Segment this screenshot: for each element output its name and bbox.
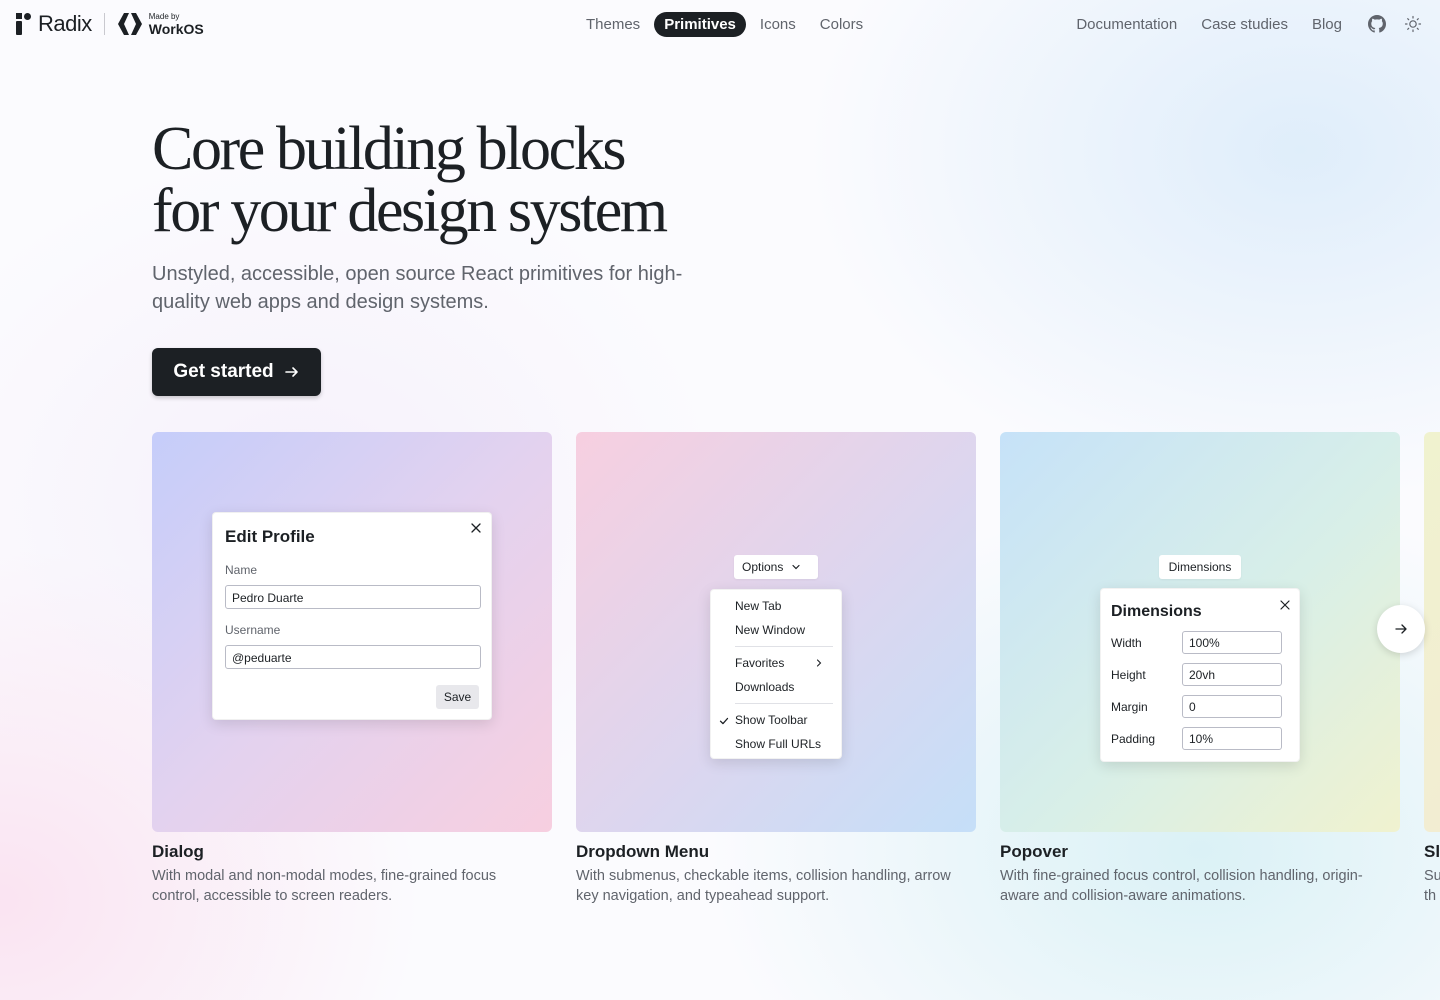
menu-item-new-tab[interactable]: New Tab xyxy=(735,599,781,613)
save-button[interactable]: Save xyxy=(436,685,479,709)
card-partial[interactable]: Sl Su th xyxy=(1424,432,1440,906)
check-icon xyxy=(719,717,729,725)
padding-field[interactable]: 10% xyxy=(1182,727,1282,750)
card-description: Su th xyxy=(1424,866,1440,906)
height-field[interactable]: 20vh xyxy=(1182,663,1282,686)
card-description-line: Su xyxy=(1424,868,1440,884)
width-field[interactable]: 100% xyxy=(1182,631,1282,654)
card-description: With fine-grained focus control, collisi… xyxy=(1000,868,1363,904)
workos-badge[interactable]: Made by WorkOS xyxy=(148,11,204,37)
popover-demo: Dimensions Dimensions Width 100% Height … xyxy=(1000,432,1400,832)
card-title: Dialog xyxy=(152,842,204,861)
close-icon[interactable] xyxy=(469,521,483,535)
card-title: Popover xyxy=(1000,842,1069,861)
username-field[interactable]: @peduarte xyxy=(225,645,481,669)
dialog-title: Edit Profile xyxy=(225,527,315,546)
product-nav: Themes Primitives Icons Colors xyxy=(574,11,875,37)
popover-title: Dimensions xyxy=(1111,603,1202,620)
dropdown-menu: New Tab New Window Favorites Downloads S… xyxy=(710,589,842,759)
workos-icon xyxy=(117,13,142,35)
dimensions-trigger[interactable]: Dimensions xyxy=(1159,555,1241,579)
radix-logo-icon xyxy=(16,13,32,35)
nav-documentation[interactable]: Documentation xyxy=(1066,12,1187,37)
github-link[interactable] xyxy=(1364,11,1390,37)
arrow-right-icon xyxy=(1395,624,1407,634)
workos-label: WorkOS xyxy=(148,20,204,37)
padding-label: Padding xyxy=(1111,732,1156,746)
card-title: Sl xyxy=(1424,842,1440,861)
menu-item-show-toolbar[interactable]: Show Toolbar xyxy=(735,713,808,727)
card-description-line: th xyxy=(1424,888,1437,904)
hero-subtitle: Unstyled, accessible, open source React … xyxy=(152,263,683,313)
username-label: Username xyxy=(225,623,281,637)
nav-icons[interactable]: Icons xyxy=(750,12,806,37)
options-dropdown-trigger[interactable]: Options xyxy=(734,555,818,579)
site-header: Radix Made by WorkOS Themes Primitives I… xyxy=(0,0,1440,48)
options-label: Options xyxy=(742,560,784,574)
get-started-button[interactable]: Get started xyxy=(152,348,321,396)
get-started-label: Get started xyxy=(173,361,274,382)
radix-logo[interactable]: Radix Made by WorkOS xyxy=(16,11,204,37)
github-icon xyxy=(1368,15,1386,33)
margin-field[interactable]: 0 xyxy=(1182,695,1282,718)
nav-blog[interactable]: Blog xyxy=(1302,12,1352,37)
menu-item-downloads[interactable]: Downloads xyxy=(735,680,794,694)
sun-icon xyxy=(1404,15,1422,33)
menu-item-favorites[interactable]: Favorites xyxy=(735,656,784,670)
arrow-right-icon xyxy=(284,367,298,377)
nav-primitives[interactable]: Primitives xyxy=(654,11,746,37)
edit-profile-dialog: Edit Profile Name Pedro Duarte Username … xyxy=(212,512,492,720)
dialog-demo: Edit Profile Name Pedro Duarte Username … xyxy=(152,432,552,832)
chevron-right-icon xyxy=(816,659,822,667)
width-label: Width xyxy=(1111,636,1142,650)
radix-logo-text: Radix xyxy=(38,11,92,36)
menu-separator xyxy=(735,646,833,647)
card-description: With submenus, checkable items, collisio… xyxy=(576,868,951,904)
name-field[interactable]: Pedro Duarte xyxy=(225,585,481,609)
hero-title: Core building blocks for your design sys… xyxy=(152,118,772,242)
menu-separator xyxy=(735,703,833,704)
nav-colors[interactable]: Colors xyxy=(810,12,873,37)
card-dialog[interactable]: Edit Profile Name Pedro Duarte Username … xyxy=(152,432,552,906)
made-by-label: Made by xyxy=(148,11,180,21)
card-dropdown-menu[interactable]: Options New Tab New Window Favorites Dow… xyxy=(576,432,976,906)
name-label: Name xyxy=(225,563,258,577)
nav-case-studies[interactable]: Case studies xyxy=(1191,12,1298,37)
close-icon[interactable] xyxy=(1279,599,1291,611)
card-description: With modal and non-modal modes, fine-gra… xyxy=(152,868,497,904)
carousel-next-button[interactable] xyxy=(1377,605,1425,653)
margin-label: Margin xyxy=(1111,700,1148,714)
card-title: Dropdown Menu xyxy=(576,842,710,861)
partial-card-demo xyxy=(1424,432,1440,832)
nav-themes[interactable]: Themes xyxy=(576,12,650,37)
dimensions-popover: Dimensions Width 100% Height 20vh Margin… xyxy=(1100,588,1300,762)
dropdown-demo: Options New Tab New Window Favorites Dow… xyxy=(576,432,976,832)
menu-item-show-full-urls[interactable]: Show Full URLs xyxy=(735,737,821,751)
menu-item-new-window[interactable]: New Window xyxy=(735,623,805,637)
hero-title-line-1: Core building blocks xyxy=(152,115,626,183)
card-popover[interactable]: Dimensions Dimensions Width 100% Height … xyxy=(1000,432,1400,906)
secondary-nav: Documentation Case studies Blog xyxy=(1064,11,1426,37)
logo-divider xyxy=(103,13,105,35)
height-label: Height xyxy=(1111,668,1146,682)
hero-title-line-2: for your design system xyxy=(152,177,668,245)
chevron-down-icon xyxy=(792,564,800,570)
theme-toggle-button[interactable] xyxy=(1400,11,1426,37)
